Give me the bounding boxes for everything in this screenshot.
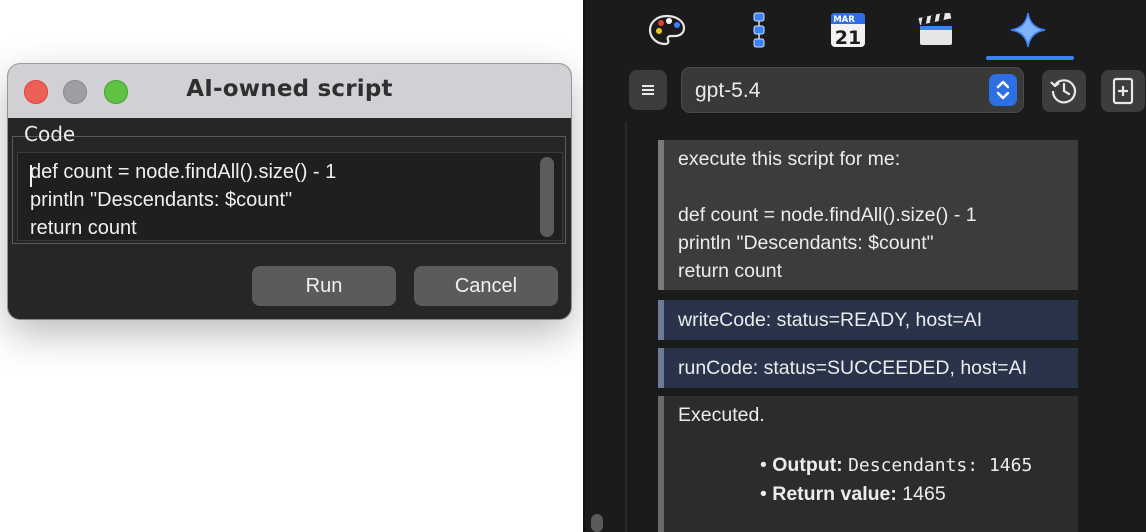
code-label: Code: [24, 122, 76, 146]
ai-chat-panel: MAR 21 gpt-5.4 execute this script for m…: [585, 0, 1146, 532]
list-item: • Output: Descendants: 1465: [760, 451, 1078, 480]
script-dialog: AI-owned script Code def count = node.fi…: [8, 64, 571, 319]
cancel-button[interactable]: Cancel: [414, 266, 558, 306]
bullet-icon: •: [760, 454, 767, 476]
panel-scrollbar[interactable]: [591, 514, 603, 532]
code-scrollbar[interactable]: [540, 157, 554, 237]
tool-status-message: runCode: status=SUCCEEDED, host=AI: [658, 348, 1078, 388]
dialog-title: AI-owned script: [186, 76, 393, 102]
output-value: Descendants: 1465: [848, 455, 1033, 476]
node-list-icon[interactable]: [739, 10, 779, 50]
message-line: return count: [678, 260, 783, 282]
clapperboard-icon[interactable]: [916, 10, 956, 50]
model-select[interactable]: gpt-5.4: [681, 67, 1024, 113]
tool-status-message: writeCode: status=READY, host=AI: [658, 300, 1078, 340]
model-select-value: gpt-5.4: [695, 79, 761, 102]
active-tab-indicator: [986, 56, 1074, 60]
return-value-label: Return value:: [772, 483, 897, 505]
chevron-up-down-icon[interactable]: [989, 74, 1017, 106]
message-line: def count = node.findAll().size() - 1: [678, 204, 977, 226]
assistant-message: Executed. • Output: Descendants: 1465 • …: [658, 396, 1078, 532]
write-code-status: writeCode: status=READY, host=AI: [678, 309, 983, 331]
user-message: execute this script for me: def count = …: [658, 140, 1078, 290]
code-line: def count = node.findAll().size() - 1: [30, 161, 337, 183]
calendar-day: 21: [835, 27, 861, 48]
message-line: execute this script for me:: [678, 148, 901, 170]
result-heading: Executed.: [678, 404, 765, 426]
code-line: return count: [30, 217, 137, 239]
run-code-status: runCode: status=SUCCEEDED, host=AI: [678, 357, 1027, 379]
result-list: • Output: Descendants: 1465 • Return val…: [760, 451, 1078, 508]
list-item: • Return value: 1465: [760, 480, 1078, 508]
menu-button[interactable]: [629, 70, 667, 110]
sparkle-icon[interactable]: [1008, 10, 1048, 50]
message-line: println "Descendants: $count": [678, 232, 934, 254]
bullet-icon: •: [760, 483, 767, 505]
calendar-month: MAR: [833, 15, 855, 25]
code-editor[interactable]: def count = node.findAll().size() - 1 pr…: [17, 152, 563, 241]
dialog-titlebar[interactable]: AI-owned script: [8, 64, 571, 118]
history-button[interactable]: [1042, 70, 1086, 112]
run-button[interactable]: Run: [252, 266, 396, 306]
new-document-icon: [1112, 77, 1134, 105]
chat-messages[interactable]: execute this script for me: def count = …: [625, 122, 1146, 532]
history-clock-icon: [1050, 79, 1077, 104]
output-label: Output:: [772, 454, 843, 476]
hamburger-icon: [642, 85, 654, 95]
new-chat-button[interactable]: [1101, 70, 1145, 112]
message-line: [678, 173, 1078, 201]
palette-icon[interactable]: [647, 10, 687, 50]
code-line: println "Descendants: $count": [30, 189, 293, 211]
calendar-icon[interactable]: MAR 21: [828, 10, 868, 50]
return-value: 1465: [902, 483, 946, 505]
chat-toolbar: gpt-5.4: [585, 62, 1146, 116]
